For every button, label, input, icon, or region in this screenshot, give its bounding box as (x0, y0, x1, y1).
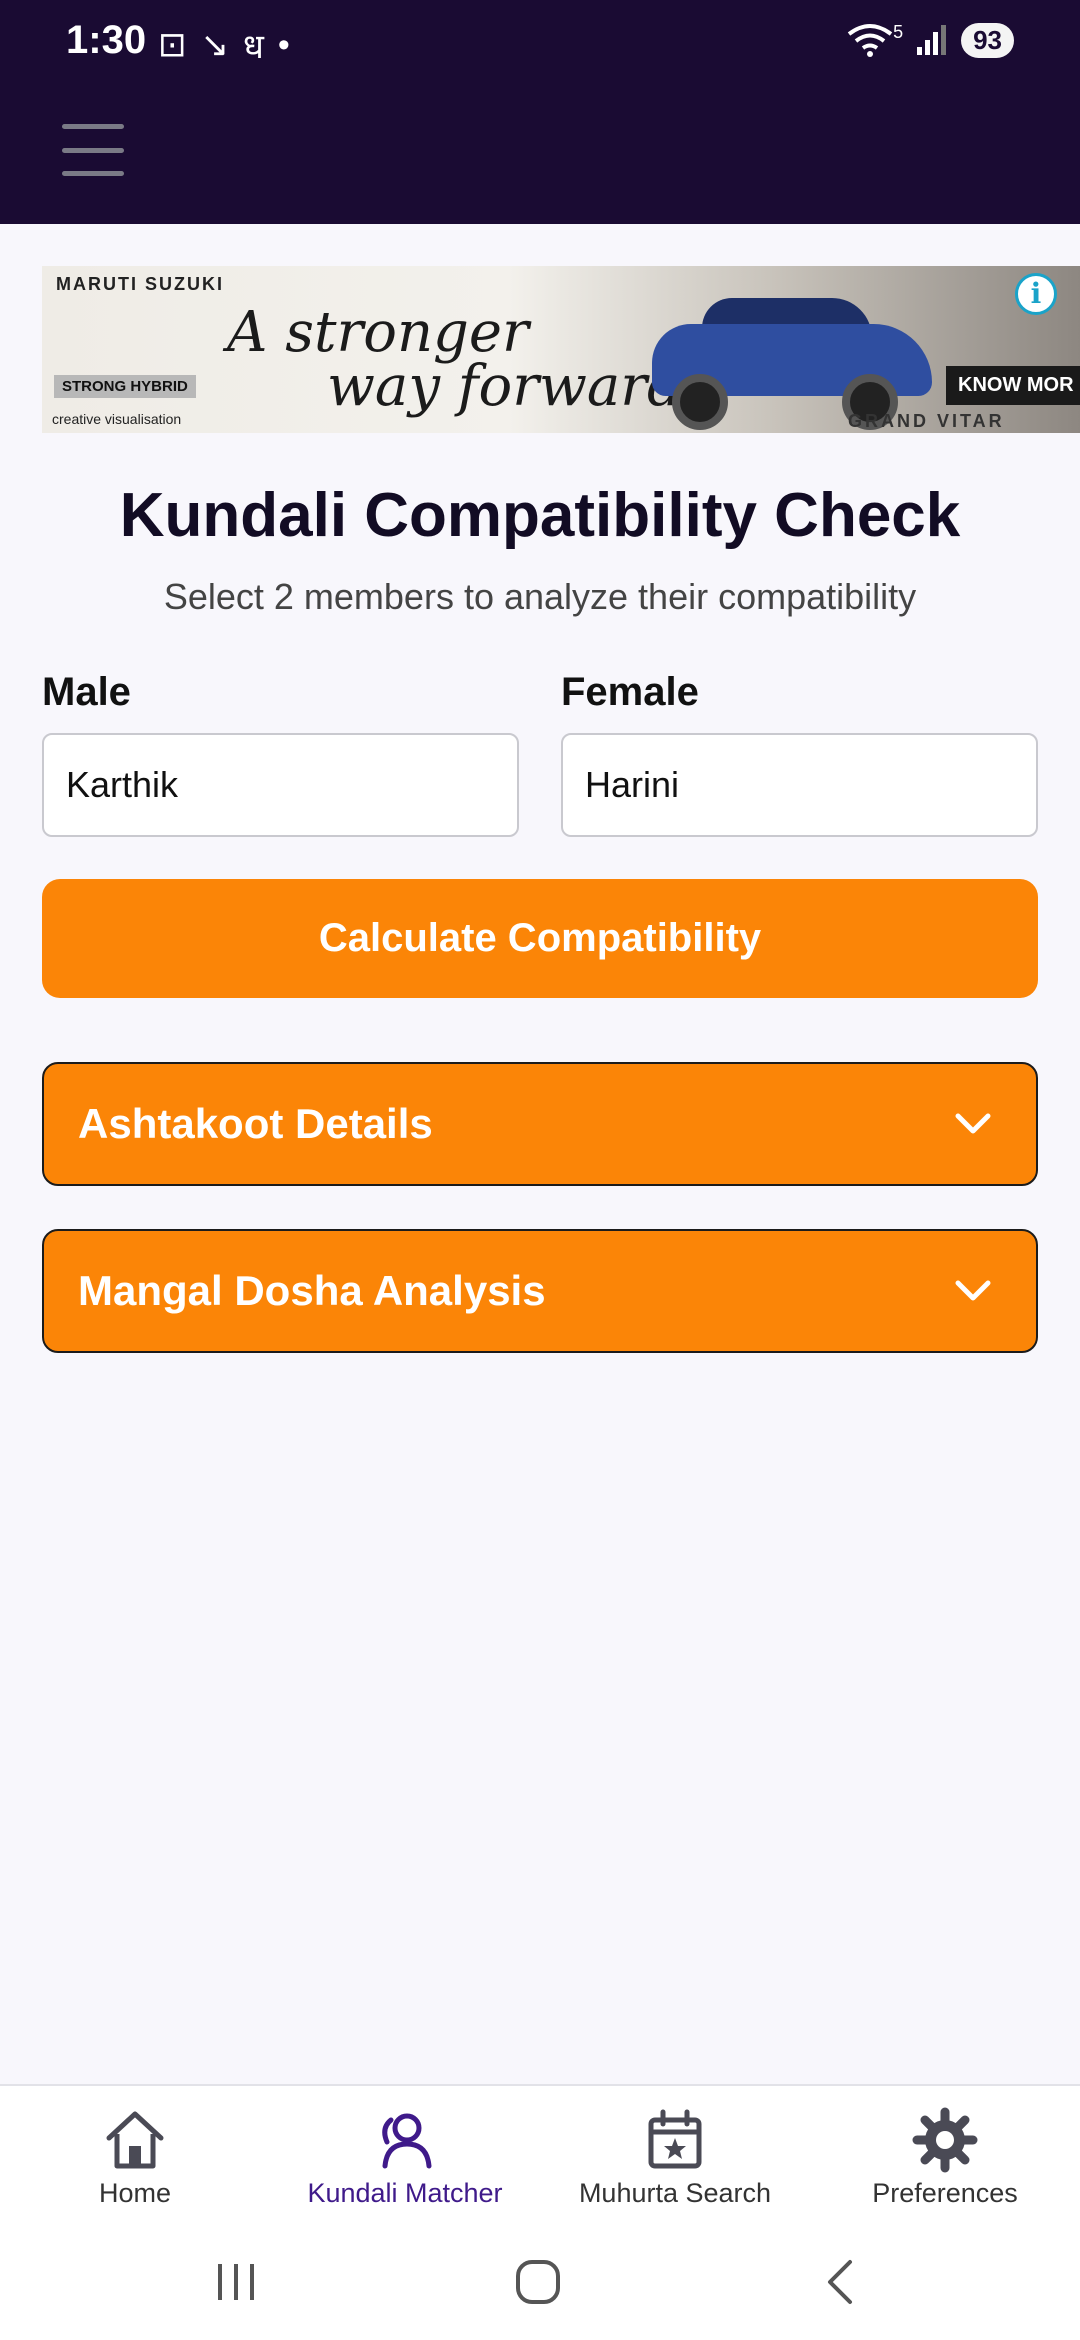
male-label: Male (42, 670, 131, 714)
gear-icon (912, 2107, 978, 2173)
nav-label-home: Home (98, 2178, 172, 2208)
nav-item-muhurta-search[interactable]: Muhurta Search (540, 2086, 810, 2234)
calendar-star-icon (648, 2109, 702, 2169)
female-member-select[interactable]: Harini (561, 733, 1038, 837)
ashtakoot-details-accordion[interactable]: Ashtakoot Details (42, 1062, 1038, 1186)
status-time: 1:30 (66, 18, 147, 62)
nav-item-preferences[interactable]: Preferences (810, 2086, 1080, 2234)
nav-item-home[interactable]: Home (0, 2086, 270, 2234)
ad-note: creative visualisation (52, 411, 182, 427)
network-type-label: 5 (893, 21, 904, 42)
home-icon (106, 2111, 164, 2169)
status-bar: 1:30 ⊡ ↘ ध • 5 93 (0, 0, 1080, 90)
system-status-icons: 5 93 (847, 22, 1014, 58)
chevron-down-icon (955, 1113, 991, 1134)
nav-item-kundali-matcher[interactable]: Kundali Matcher (270, 2086, 540, 2234)
hamburger-menu-icon[interactable] (62, 124, 124, 176)
kundali-matcher-icon (382, 2113, 432, 2169)
notification-icons: ⊡ ↘ ध • (158, 22, 290, 68)
ad-cta-button[interactable]: KNOW MOR (946, 366, 1080, 405)
app-header (0, 90, 1080, 224)
nav-label-muhurta-search: Muhurta Search (578, 2178, 772, 2208)
female-label: Female (561, 670, 699, 714)
back-icon[interactable] (820, 2258, 860, 2306)
wifi-icon (847, 24, 893, 57)
ad-headline: A stronger way forward. (227, 300, 701, 419)
ad-tag: STRONG HYBRID (54, 375, 196, 398)
page-subtitle: Select 2 members to analyze their compat… (163, 576, 917, 617)
chevron-down-icon (955, 1280, 991, 1301)
missed-call-icon: ↘ (200, 26, 230, 64)
calculate-compatibility-button[interactable]: Calculate Compatibility (42, 879, 1038, 998)
battery-indicator: 93 (961, 22, 1014, 58)
ad-car-image (642, 284, 942, 430)
nav-label-kundali-matcher: Kundali Matcher (307, 2178, 503, 2208)
app-notification-icon: ध (243, 28, 264, 66)
accordion-label: Ashtakoot Details (78, 1100, 433, 1147)
male-member-select[interactable]: Karthik (42, 733, 519, 837)
page-title: Kundali Compatibility Check (119, 481, 961, 550)
screenshot-icon: ⊡ (158, 26, 187, 64)
recent-apps-icon[interactable] (214, 2258, 258, 2306)
ad-brand-logo: MARUTI SUZUKI (56, 274, 224, 294)
ad-sub-brand: GRAND VITAR (848, 411, 1005, 431)
nav-label-preferences: Preferences (872, 2178, 1018, 2208)
accordion-label: Mangal Dosha Analysis (78, 1267, 546, 1314)
ad-headline-line2: way forward. (327, 354, 701, 419)
more-notifications-icon: • (277, 25, 290, 64)
ad-headline-line1: A stronger (227, 300, 529, 365)
system-navigation-bar (0, 2234, 1080, 2340)
home-button-icon[interactable] (514, 2258, 562, 2306)
signal-icon (917, 25, 947, 55)
ad-info-icon[interactable]: i (1015, 273, 1057, 315)
mangal-dosha-accordion[interactable]: Mangal Dosha Analysis (42, 1229, 1038, 1353)
ad-banner[interactable]: MARUTI SUZUKI A stronger way forward. ST… (42, 266, 1080, 433)
bottom-navigation: Home Kundali Matcher Muhurta Search Pref… (0, 2084, 1080, 2234)
